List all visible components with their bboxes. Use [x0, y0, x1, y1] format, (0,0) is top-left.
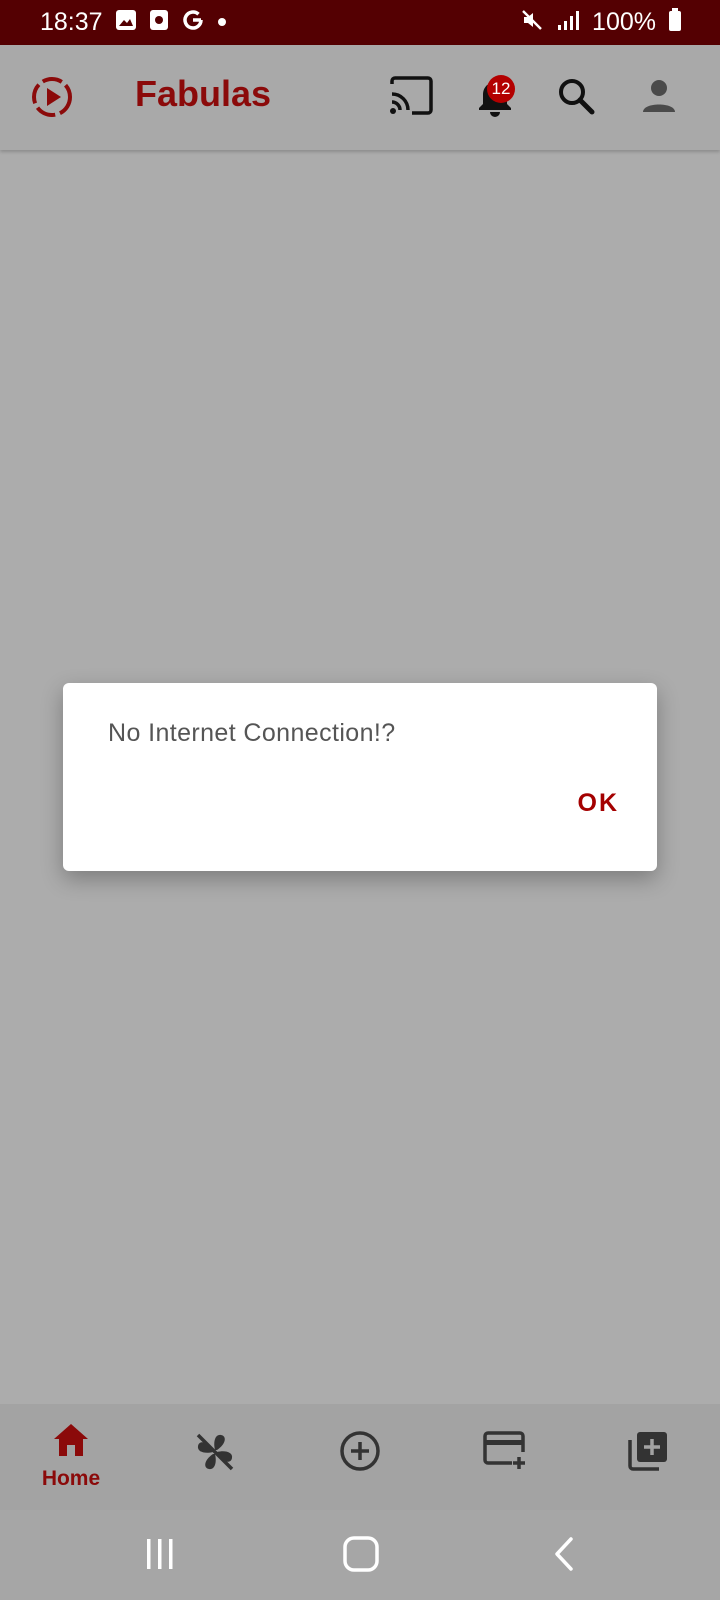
status-time: 18:37 [40, 8, 103, 36]
account-button[interactable] [634, 73, 684, 123]
mute-icon [520, 8, 544, 37]
library-add-icon [627, 1430, 669, 1477]
signal-icon [556, 9, 580, 36]
back-icon [549, 1535, 579, 1578]
recents-icon [142, 1537, 178, 1576]
account-icon [639, 76, 679, 121]
battery-icon [668, 8, 682, 37]
battery-level: 100% [592, 8, 656, 36]
gallery-icon [115, 9, 137, 36]
cast-icon [388, 75, 434, 121]
back-button[interactable] [536, 1534, 592, 1578]
nav-item-card-add[interactable] [450, 1430, 560, 1510]
screen-record-icon [149, 9, 169, 36]
dot-icon [217, 14, 227, 32]
app-bar: Fabulas 12 [0, 45, 720, 150]
bottom-navigation: Home [0, 1404, 720, 1510]
add-circle-icon [339, 1430, 381, 1477]
nav-item-library-add[interactable] [593, 1430, 703, 1510]
app-logo-icon [30, 75, 74, 119]
card-add-icon [482, 1430, 528, 1475]
system-home-button[interactable] [333, 1534, 389, 1578]
notification-badge: 12 [487, 75, 515, 103]
no-connection-dialog: No Internet Connection!? OK [63, 683, 657, 871]
app-title: Fabulas [135, 73, 272, 114]
nav-label-home: Home [41, 1467, 101, 1490]
system-home-icon [342, 1535, 380, 1578]
home-icon [52, 1422, 90, 1463]
cast-button[interactable] [386, 73, 436, 123]
fan-off-icon [193, 1430, 237, 1479]
nav-item-add[interactable] [305, 1430, 415, 1510]
search-icon [556, 76, 596, 121]
system-navigation-bar [0, 1510, 720, 1600]
search-button[interactable] [551, 73, 601, 123]
ok-button[interactable]: OK [578, 789, 620, 818]
dialog-message: No Internet Connection!? [108, 719, 396, 747]
status-bar-right: 100% [520, 8, 682, 37]
status-bar-left: 18:37 [40, 8, 227, 37]
status-bar: 18:37 100% [0, 0, 720, 45]
nav-item-fan-off[interactable] [160, 1430, 270, 1510]
google-icon [181, 8, 205, 37]
recents-button[interactable] [132, 1534, 188, 1578]
nav-item-home[interactable]: Home [16, 1422, 126, 1502]
